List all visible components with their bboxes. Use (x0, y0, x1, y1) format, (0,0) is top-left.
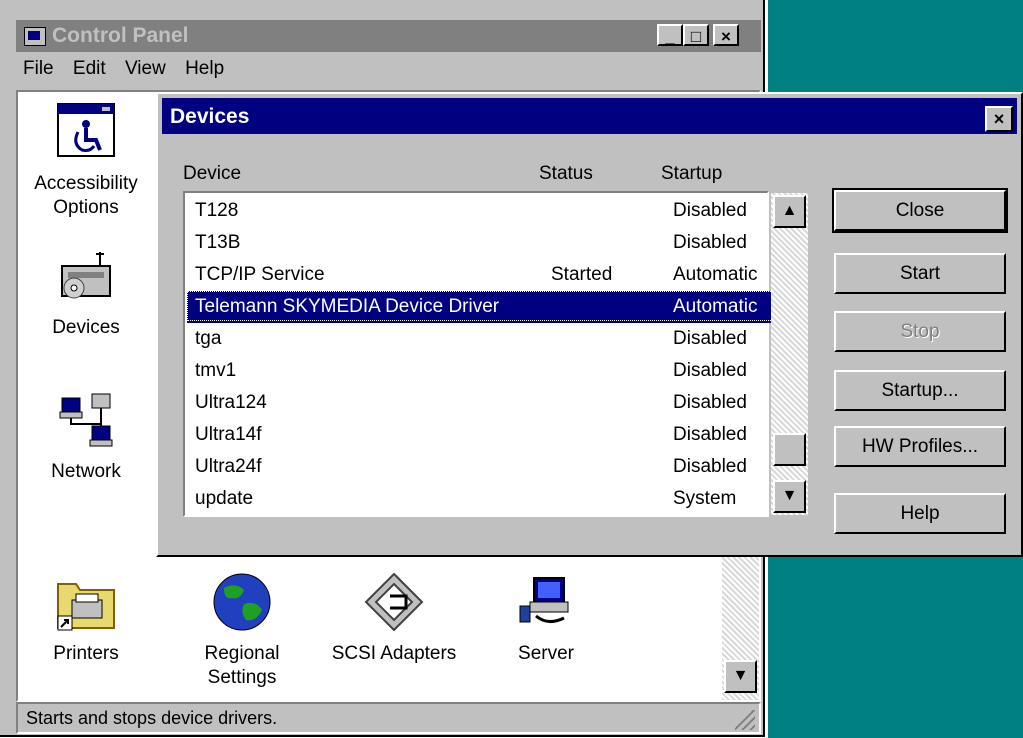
devices-title: Devices (170, 105, 250, 128)
regional-label-1: Regional (204, 643, 280, 664)
device-startup-cell: Disabled (673, 328, 747, 349)
device-startup-cell: Automatic (673, 296, 758, 317)
device-startup-cell: Disabled (673, 232, 747, 253)
minimize-button[interactable]: _ (657, 24, 683, 46)
device-name-cell: Ultra24f (195, 456, 262, 477)
device-name-cell: tga (195, 328, 222, 349)
server-icon (514, 570, 578, 634)
printers-icon (54, 570, 118, 634)
device-name-cell: update (195, 488, 254, 509)
device-list[interactable]: T128 Disabled T13B Disabled TCP/IP Service St… (183, 191, 777, 517)
maximize-button[interactable]: □ (683, 24, 709, 46)
control-panel-app-icon[interactable] (24, 27, 46, 46)
device-startup-cell: Disabled (673, 200, 747, 221)
regional-settings-icon (210, 570, 274, 634)
hw-profiles-button[interactable]: HW Profiles... (834, 426, 1006, 467)
start-button[interactable]: Start (834, 253, 1006, 294)
accessibility-icon (54, 100, 118, 164)
device-status-cell: Started (551, 264, 613, 285)
network-icon (54, 388, 118, 452)
device-startup-cell: Disabled (673, 456, 747, 477)
regional-label-2: Settings (207, 667, 277, 688)
device-startup-cell: Disabled (673, 424, 747, 445)
device-row[interactable]: tmv1 Disabled (187, 355, 777, 387)
devices-dialog: Devices × Device Status Startup T128 Disa… (156, 92, 1023, 557)
menu-file[interactable]: File (16, 54, 61, 84)
network-label: Network (51, 461, 121, 482)
device-name-cell: T128 (195, 200, 239, 221)
server-label: Server (518, 643, 574, 664)
scsi-adapters-icon (362, 570, 426, 634)
device-row[interactable]: update System (187, 483, 777, 515)
printers-label: Printers (53, 643, 119, 664)
printers-item[interactable]: Printers (16, 570, 156, 666)
resize-grip-icon[interactable] (735, 710, 755, 730)
device-row[interactable]: Ultra14f Disabled (187, 419, 777, 451)
close-button[interactable]: Close (832, 188, 1008, 233)
device-list-rows: T128 Disabled T13B Disabled TCP/IP Service St… (187, 195, 777, 515)
device-startup-cell: System (673, 488, 737, 509)
device-row[interactable]: Telemann SKYMEDIA Device Driver Automatic (187, 291, 777, 323)
device-name-cell: tmv1 (195, 360, 237, 381)
scsi-adapters-item[interactable]: SCSI Adapters (324, 570, 464, 666)
status-bar: Starts and stops device drivers. (16, 702, 761, 734)
device-name-cell: Ultra14f (195, 424, 262, 445)
devices-titlebar[interactable]: Devices × (162, 98, 1017, 134)
accessibility-options-item[interactable]: Accessibility Options (16, 100, 156, 220)
device-row[interactable]: Ultra24f Disabled (187, 451, 777, 483)
network-item[interactable]: Network (16, 388, 156, 484)
scroll-thumb[interactable] (773, 433, 806, 466)
devices-item[interactable]: Devices (16, 244, 156, 340)
device-row[interactable]: T13B Disabled (187, 227, 777, 259)
device-name-cell: Telemann SKYMEDIA Device Driver (195, 296, 500, 317)
menu-help[interactable]: Help (178, 54, 231, 84)
device-row[interactable]: Ultra124 Disabled (187, 387, 777, 419)
device-name-cell: T13B (195, 232, 241, 253)
menu-bar: File Edit View Help (16, 54, 231, 88)
scroll-down-arrow-icon[interactable]: ▼ (724, 660, 757, 693)
devices-label: Devices (52, 317, 120, 338)
server-item[interactable]: Server (476, 570, 616, 666)
devices-icon (54, 244, 118, 308)
status-text: Starts and stops device drivers. (26, 708, 278, 728)
control-panel-titlebar[interactable]: Control Panel _ □ × (16, 20, 761, 52)
accessibility-label-1: Accessibility (34, 173, 138, 194)
device-startup-cell: Disabled (673, 392, 747, 413)
devices-close-x-button[interactable]: × (985, 106, 1013, 132)
column-header-startup: Startup (661, 163, 723, 184)
window-title: Control Panel (52, 24, 189, 47)
menu-edit[interactable]: Edit (66, 54, 113, 84)
device-startup-cell: Disabled (673, 360, 747, 381)
scroll-down-arrow-icon[interactable]: ▼ (773, 480, 806, 513)
close-window-button[interactable]: × (713, 24, 739, 46)
accessibility-label-2: Options (53, 197, 119, 218)
device-row[interactable]: T128 Disabled (187, 195, 777, 227)
device-row[interactable]: tga Disabled (187, 323, 777, 355)
help-button[interactable]: Help (834, 493, 1006, 534)
startup-button[interactable]: Startup... (834, 370, 1006, 411)
stop-button[interactable]: Stop (834, 311, 1006, 352)
device-startup-cell: Automatic (673, 264, 758, 285)
regional-settings-item[interactable]: Regional Settings (172, 570, 312, 690)
scroll-up-arrow-icon[interactable]: ▲ (773, 195, 806, 228)
menu-view[interactable]: View (118, 54, 173, 84)
column-header-device: Device (183, 163, 242, 184)
device-name-cell: Ultra124 (195, 392, 267, 413)
column-header-status: Status (539, 163, 593, 184)
device-name-cell: TCP/IP Service (195, 264, 325, 285)
device-list-scrollbar[interactable]: ▲ ▼ (771, 193, 808, 515)
scsi-adapters-label: SCSI Adapters (331, 643, 457, 664)
device-row[interactable]: TCP/IP Service Started Automatic (187, 259, 777, 291)
